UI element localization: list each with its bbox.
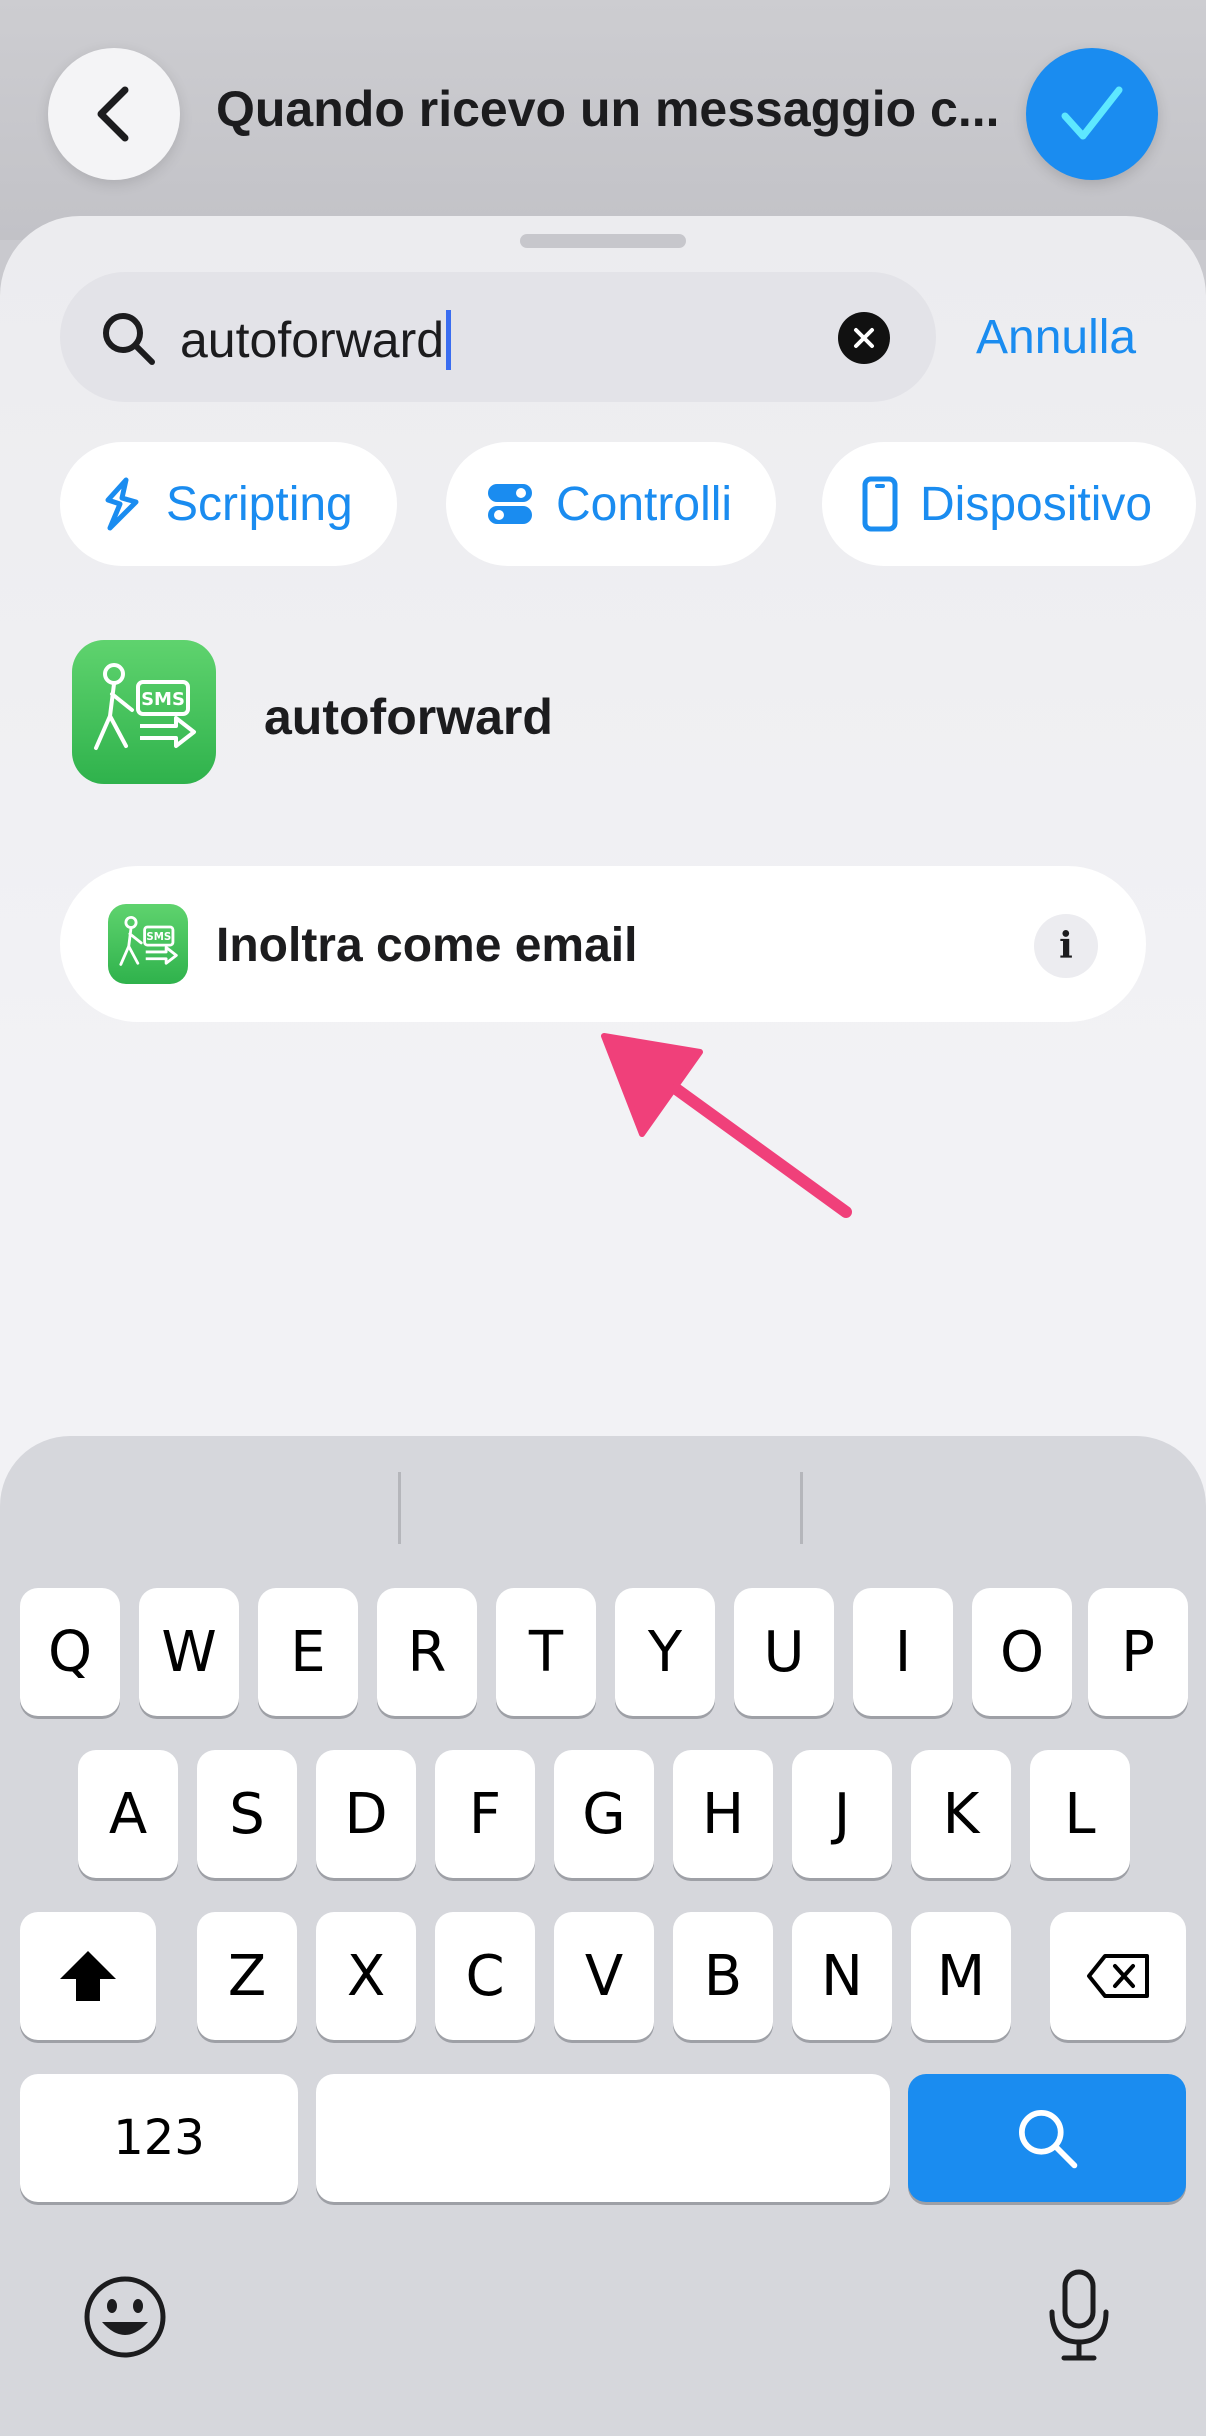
filter-chip-label: Dispositivo <box>920 477 1153 531</box>
autoforward-app-icon: SMS <box>108 904 188 984</box>
svg-text:SMS: SMS <box>141 689 185 710</box>
search-icon <box>103 313 155 365</box>
key-d[interactable]: D <box>316 1750 416 1878</box>
suggestion-divider <box>800 1472 803 1544</box>
sheet-grabber[interactable] <box>520 234 686 248</box>
suggestion-divider <box>398 1472 401 1544</box>
key-p[interactable]: P <box>1088 1588 1188 1716</box>
search-icon <box>1018 2110 1078 2169</box>
done-button[interactable] <box>1026 48 1158 180</box>
key-z[interactable]: Z <box>197 1912 297 2040</box>
info-button[interactable]: i <box>1034 914 1098 978</box>
search-key[interactable] <box>908 2074 1186 2202</box>
key-e[interactable]: E <box>258 1588 358 1716</box>
filter-chip-dispositivo[interactable]: Dispositivo <box>822 442 1197 566</box>
filter-chip-label: Controlli <box>556 477 733 531</box>
shift-icon <box>60 1951 116 2001</box>
backspace-icon <box>1087 1954 1149 1998</box>
key-w[interactable]: W <box>139 1588 239 1716</box>
phone-icon <box>862 476 898 532</box>
search-field[interactable]: autoforward <box>60 272 936 402</box>
key-c[interactable]: C <box>435 1912 535 2040</box>
annotation-arrow-icon <box>601 1033 852 1218</box>
checkmark-icon <box>1061 86 1123 140</box>
key-u[interactable]: U <box>734 1588 834 1716</box>
search-input[interactable]: autoforward <box>180 310 452 370</box>
space-key[interactable] <box>316 2074 890 2202</box>
search-input-value: autoforward <box>180 312 445 368</box>
numbers-key[interactable]: 123 <box>20 2074 298 2202</box>
key-v[interactable]: V <box>554 1912 654 2040</box>
filter-chip-scripting[interactable]: Scripting <box>60 442 397 566</box>
key-f[interactable]: F <box>435 1750 535 1878</box>
key-y[interactable]: Y <box>615 1588 715 1716</box>
scripting-icon <box>105 477 139 531</box>
svg-text:SMS: SMS <box>146 932 171 943</box>
toggles-icon <box>488 484 532 524</box>
key-x[interactable]: X <box>316 1912 416 2040</box>
key-n[interactable]: N <box>792 1912 892 2040</box>
action-label: Inoltra come email <box>216 919 638 972</box>
filter-chip-controlli[interactable]: Controlli <box>446 442 777 566</box>
key-a[interactable]: A <box>78 1750 178 1878</box>
shift-key[interactable] <box>20 1912 156 2040</box>
key-m[interactable]: M <box>911 1912 1011 2040</box>
delete-key[interactable] <box>1050 1912 1186 2040</box>
key-g[interactable]: G <box>554 1750 654 1878</box>
cancel-button[interactable]: Annulla <box>976 310 1136 365</box>
key-h[interactable]: H <box>673 1750 773 1878</box>
page-title: Quando ricevo un messaggio c... <box>216 81 996 137</box>
key-l[interactable]: L <box>1030 1750 1130 1878</box>
keyboard: Q W E R T Y U I O P A S D F G H J K L Z … <box>0 1436 1206 2436</box>
key-b[interactable]: B <box>673 1912 773 2040</box>
key-s[interactable]: S <box>197 1750 297 1878</box>
sms-forward-icon: SMS <box>119 915 178 966</box>
autoforward-app-icon[interactable]: SMS <box>72 640 216 784</box>
key-k[interactable]: K <box>911 1750 1011 1878</box>
key-i[interactable]: I <box>853 1588 953 1716</box>
text-caret <box>446 310 452 370</box>
key-q[interactable]: Q <box>20 1588 120 1716</box>
key-j[interactable]: J <box>792 1750 892 1878</box>
action-item-inoltra-come-email[interactable]: SMS Inoltra come email i <box>60 866 1146 1022</box>
microphone-icon[interactable] <box>1046 2268 1112 2364</box>
close-icon <box>854 328 874 348</box>
clear-search-button[interactable] <box>838 312 890 364</box>
key-t[interactable]: T <box>496 1588 596 1716</box>
app-name[interactable]: autoforward <box>264 688 553 746</box>
filter-chip-label: Scripting <box>166 477 353 531</box>
chevron-left-icon <box>97 86 129 142</box>
emoji-icon[interactable] <box>82 2274 168 2360</box>
key-r[interactable]: R <box>377 1588 477 1716</box>
sms-forward-icon: SMS <box>94 663 196 750</box>
key-o[interactable]: O <box>972 1588 1072 1716</box>
back-button[interactable] <box>48 48 180 180</box>
